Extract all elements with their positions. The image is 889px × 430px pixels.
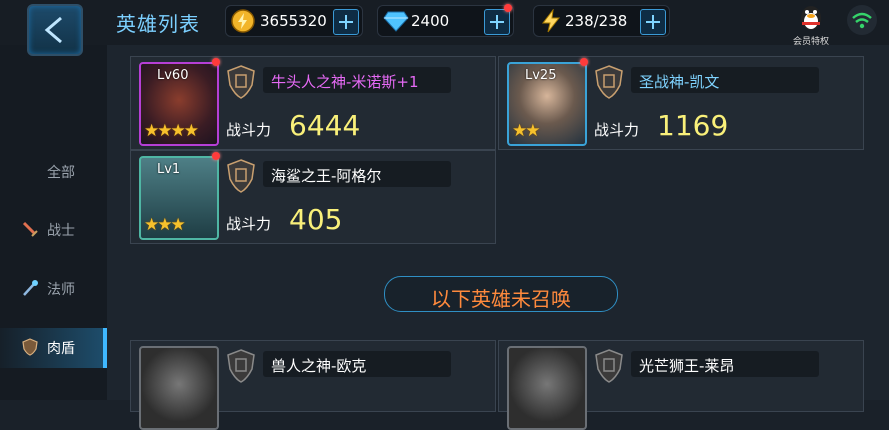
member-privilege-button[interactable]: 会员特权 [790, 2, 832, 47]
add-energy-button[interactable] [640, 9, 666, 35]
hero-card[interactable]: Lv25 ★★ 圣战神-凯文 战斗力 1169 [498, 56, 864, 150]
hero-name-bar: 光芒狮王-莱昂 [631, 351, 819, 377]
energy-amount: 238/238 [565, 12, 628, 30]
power-value: 6444 [289, 109, 361, 142]
sword-icon [22, 221, 38, 237]
hero-name: 兽人之神-欧克 [271, 357, 367, 375]
unsummoned-banner-text: 以下英雄未召唤 [431, 287, 571, 311]
hero-card[interactable]: Lv1 ★★★ 海鲨之王-阿格尔 战斗力 405 [130, 150, 496, 244]
member-label: 会员特权 [792, 37, 829, 47]
unsummoned-banner: 以下英雄未召唤 [384, 276, 618, 312]
star-rating: ★★★★ [144, 121, 199, 141]
sidebar-item-label: 肉盾 [47, 341, 75, 357]
hero-name: 光芒狮王-莱昂 [639, 357, 735, 375]
hero-portrait: Lv1 ★★★ [139, 156, 219, 240]
hero-portrait: Lv25 ★★ [507, 62, 587, 146]
sidebar-item-label: 全部 [47, 165, 75, 181]
staff-icon [23, 280, 38, 296]
shield-icon [22, 338, 38, 356]
star-rating: ★★ [512, 121, 541, 141]
hero-name-bar: 牛头人之神-米诺斯+1 [263, 67, 451, 93]
energy-display: 238/238 [533, 5, 670, 37]
sidebar-item-label: 战士 [47, 223, 75, 239]
power-label: 战斗力 [226, 121, 272, 139]
hero-card[interactable]: Lv60 ★★★★ 牛头人之神-米诺斯+1 战斗力 6444 [130, 56, 496, 150]
power-label: 战斗力 [226, 215, 272, 233]
hero-portrait: Lv60 ★★★★ [139, 62, 219, 146]
notification-dot [212, 58, 220, 66]
gold-amount: 3655320 [260, 12, 327, 30]
page-title: 英雄列表 [116, 12, 200, 36]
shield-icon [595, 65, 623, 99]
hero-name: 圣战神-凯文 [639, 73, 720, 91]
hero-name: 牛头人之神-米诺斯+1 [271, 73, 419, 91]
notification-dot [504, 4, 512, 12]
hero-portrait [507, 346, 587, 430]
hero-name-bar: 兽人之神-欧克 [263, 351, 451, 377]
top-bar: 英雄列表 3655320 2400 238/238 会员特权 [0, 0, 889, 56]
sidebar-item-mage[interactable]: 法师 [0, 269, 107, 309]
chevron-left-icon [44, 16, 62, 44]
back-button[interactable] [27, 4, 83, 56]
add-gold-button[interactable] [333, 9, 359, 35]
hero-name-bar: 圣战神-凯文 [631, 67, 819, 93]
coin-icon [231, 9, 255, 33]
power-value: 1169 [657, 109, 729, 142]
diamond-amount: 2400 [411, 12, 450, 30]
power-value: 405 [289, 203, 343, 236]
shield-icon [227, 159, 255, 193]
hero-name-bar: 海鲨之王-阿格尔 [263, 161, 451, 187]
hero-portrait [139, 346, 219, 430]
locked-hero-card[interactable]: 光芒狮王-莱昂 [498, 340, 864, 430]
hero-level: Lv25 [525, 68, 557, 83]
sidebar-item-tank[interactable]: 肉盾 [0, 328, 107, 368]
diamond-icon [383, 11, 409, 32]
shield-icon [227, 349, 255, 383]
hero-level: Lv60 [157, 68, 189, 83]
diamond-display: 2400 [377, 4, 514, 37]
wifi-status-icon [847, 5, 877, 35]
locked-hero-card[interactable]: 兽人之神-欧克 [130, 340, 496, 430]
sidebar-item-label: 法师 [47, 282, 75, 298]
hero-name: 海鲨之王-阿格尔 [271, 167, 382, 185]
power-label: 战斗力 [594, 121, 640, 139]
add-diamond-button[interactable] [484, 9, 510, 35]
penguin-icon [801, 6, 821, 30]
notification-dot [580, 58, 588, 66]
star-rating: ★★★ [144, 215, 186, 235]
sidebar-item-warrior[interactable]: 战士 [0, 210, 107, 250]
sidebar-item-all[interactable]: 全部 [0, 152, 107, 192]
notification-dot [212, 152, 220, 160]
gold-display: 3655320 [225, 5, 363, 37]
hero-level: Lv1 [157, 162, 181, 177]
shield-icon [227, 65, 255, 99]
lightning-icon [541, 9, 561, 33]
shield-icon [595, 349, 623, 383]
